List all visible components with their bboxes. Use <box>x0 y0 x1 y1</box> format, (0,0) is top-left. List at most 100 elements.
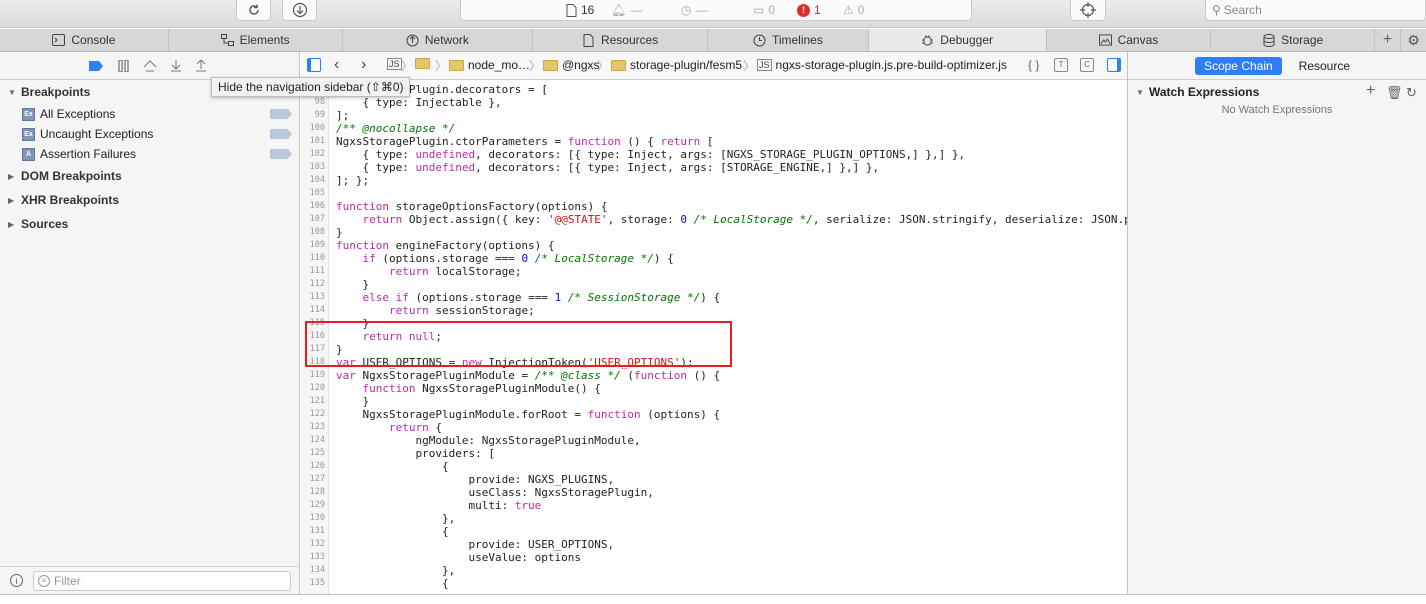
line-number[interactable]: 132 <box>301 538 325 551</box>
search-input[interactable]: ⚲ Search <box>1205 0 1426 21</box>
details-sidebar-toggle-icon[interactable] <box>1107 58 1121 72</box>
tab-canvas[interactable]: Canvas <box>1047 29 1212 51</box>
line-number[interactable]: 122 <box>301 408 325 421</box>
code-coverage-icon[interactable]: C <box>1080 58 1094 72</box>
code-line[interactable]: 128 useClass: NgxsStoragePlugin, <box>301 486 1127 499</box>
code-line[interactable]: 133 useValue: options <box>301 551 1127 564</box>
breadcrumb-folder-root[interactable] <box>415 58 430 69</box>
line-number[interactable]: 111 <box>301 265 325 278</box>
line-number[interactable]: 120 <box>301 382 325 395</box>
errors-count[interactable]: ! 1 <box>797 3 821 17</box>
sidebar-toggle-icon[interactable] <box>307 58 321 72</box>
download-button[interactable] <box>282 0 317 21</box>
line-number[interactable]: 126 <box>301 460 325 473</box>
tab-debugger[interactable]: Debugger <box>868 29 1047 51</box>
code-line[interactable]: 122 NgxsStoragePluginModule.forRoot = fu… <box>301 408 1127 421</box>
settings-button[interactable]: ⚙ <box>1401 29 1426 51</box>
forward-icon[interactable]: › <box>361 56 366 74</box>
line-number[interactable]: 121 <box>301 395 325 408</box>
code-line[interactable]: 105 <box>301 187 1127 200</box>
line-number[interactable]: 102 <box>301 148 325 161</box>
xhr-breakpoints-section-header[interactable]: ▶ XHR Breakpoints <box>0 188 299 212</box>
code-line[interactable]: 135 { <box>301 577 1127 590</box>
code-line[interactable]: 114 return sessionStorage; <box>301 304 1127 317</box>
sources-section-header[interactable]: ▶ Sources <box>0 212 299 236</box>
line-number[interactable]: 110 <box>301 252 325 265</box>
add-watch-icon[interactable]: + <box>1366 82 1375 100</box>
line-number[interactable]: 125 <box>301 447 325 460</box>
refresh-icon[interactable]: ↻ <box>1406 85 1417 101</box>
code-line[interactable]: 111 return localStorage; <box>301 265 1127 278</box>
line-number[interactable]: 100 <box>301 122 325 135</box>
tab-timelines[interactable]: Timelines <box>708 29 869 51</box>
code-line[interactable]: 131 { <box>301 525 1127 538</box>
logs-count[interactable]: ▭ 0 <box>753 3 775 17</box>
code-line[interactable]: 97NgxsStoragePlugin.decorators = [ <box>301 83 1127 96</box>
filter-input[interactable]: ≡ Filter <box>33 570 291 591</box>
tab-network[interactable]: Network <box>343 29 534 51</box>
line-number[interactable]: 119 <box>301 369 325 382</box>
code-line[interactable]: 119 var NgxsStoragePluginModule = /** @cl… <box>301 369 1127 382</box>
breakpoint-assertion-failures[interactable]: A Assertion Failures <box>0 144 299 164</box>
line-number[interactable]: 101 <box>301 135 325 148</box>
line-number[interactable]: 123 <box>301 421 325 434</box>
reload-button[interactable] <box>236 0 271 21</box>
code-line[interactable]: 106 function storageOptionsFactory(option… <box>301 200 1127 213</box>
tab-scope-chain[interactable]: Scope Chain <box>1194 56 1282 75</box>
code-line[interactable]: 107 return Object.assign({ key: '@@STATE… <box>301 213 1127 226</box>
code-line[interactable]: 124 ngModule: NgxsStoragePluginModule, <box>301 434 1127 447</box>
braces-icon[interactable]: { } <box>1028 58 1039 72</box>
line-number[interactable]: 128 <box>301 486 325 499</box>
code-line[interactable]: 103 { type: undefined, decorators: [{ ty… <box>301 161 1127 174</box>
line-number[interactable]: 99 <box>301 109 325 122</box>
breadcrumb-ngxs[interactable]: @ngxs <box>543 58 600 72</box>
type-profiler-icon[interactable]: T <box>1054 58 1068 72</box>
line-number[interactable]: 135 <box>301 577 325 590</box>
line-number[interactable]: 108 <box>301 226 325 239</box>
breadcrumb-file[interactable]: JS ngxs-storage-plugin.js.pre-build-opti… <box>757 58 1007 72</box>
code-line[interactable]: 100 /** @nocollapse */ <box>301 122 1127 135</box>
code-line[interactable]: 121 } <box>301 395 1127 408</box>
code-line[interactable]: 132 provide: USER_OPTIONS, <box>301 538 1127 551</box>
line-number[interactable]: 114 <box>301 304 325 317</box>
warnings-count[interactable]: ⚠ 0 <box>843 3 864 17</box>
code-line[interactable]: 109 function engineFactory(options) { <box>301 239 1127 252</box>
line-number[interactable]: 133 <box>301 551 325 564</box>
code-line[interactable]: 99]; <box>301 109 1127 122</box>
breakpoints-toggle-icon[interactable] <box>89 60 103 72</box>
code-line[interactable]: 110 if (options.storage === 0 /* LocalSt… <box>301 252 1127 265</box>
watch-expressions-header[interactable]: ▼ Watch Expressions + 🗑︎ ↻ <box>1128 80 1426 104</box>
tab-resources[interactable]: Resources <box>533 29 708 51</box>
breakpoint-flag-icon[interactable] <box>270 109 292 119</box>
trash-icon[interactable]: 🗑︎ <box>1386 85 1403 101</box>
line-number[interactable]: 124 <box>301 434 325 447</box>
line-number[interactable]: 98 <box>301 96 325 109</box>
breakpoint-flag-icon[interactable] <box>270 149 292 159</box>
breadcrumb-node-modules[interactable]: node_mo… <box>449 58 530 72</box>
breakpoint-flag-icon[interactable] <box>270 129 292 139</box>
code-line[interactable]: 126 { <box>301 460 1127 473</box>
inspect-target-button[interactable] <box>1070 0 1106 21</box>
tab-storage[interactable]: Storage <box>1211 29 1376 51</box>
line-number[interactable]: 131 <box>301 525 325 538</box>
breakpoint-uncaught-exceptions[interactable]: Ex Uncaught Exceptions <box>0 124 299 144</box>
code-line[interactable]: 134 }, <box>301 564 1127 577</box>
step-into-icon[interactable] <box>169 60 183 72</box>
code-line[interactable]: 129 multi: true <box>301 499 1127 512</box>
tab-elements[interactable]: Elements <box>169 29 343 51</box>
info-icon[interactable]: i <box>10 574 23 587</box>
code-line[interactable]: 125 providers: [ <box>301 447 1127 460</box>
dom-breakpoints-section-header[interactable]: ▶ DOM Breakpoints <box>0 164 299 188</box>
code-line[interactable]: 127 provide: NGXS_PLUGINS, <box>301 473 1127 486</box>
line-number[interactable]: 104 <box>301 174 325 187</box>
code-line[interactable]: 104]; }; <box>301 174 1127 187</box>
breadcrumb-storage-plugin[interactable]: storage-plugin/fesm5 <box>611 58 742 72</box>
line-number[interactable]: 105 <box>301 187 325 200</box>
line-number[interactable]: 109 <box>301 239 325 252</box>
line-number[interactable]: 134 <box>301 564 325 577</box>
add-tab-button[interactable]: + <box>1375 29 1402 51</box>
line-number[interactable]: 107 <box>301 213 325 226</box>
code-line[interactable]: 130 }, <box>301 512 1127 525</box>
back-icon[interactable]: ‹ <box>334 56 339 74</box>
code-line[interactable]: 102 { type: undefined, decorators: [{ ty… <box>301 148 1127 161</box>
